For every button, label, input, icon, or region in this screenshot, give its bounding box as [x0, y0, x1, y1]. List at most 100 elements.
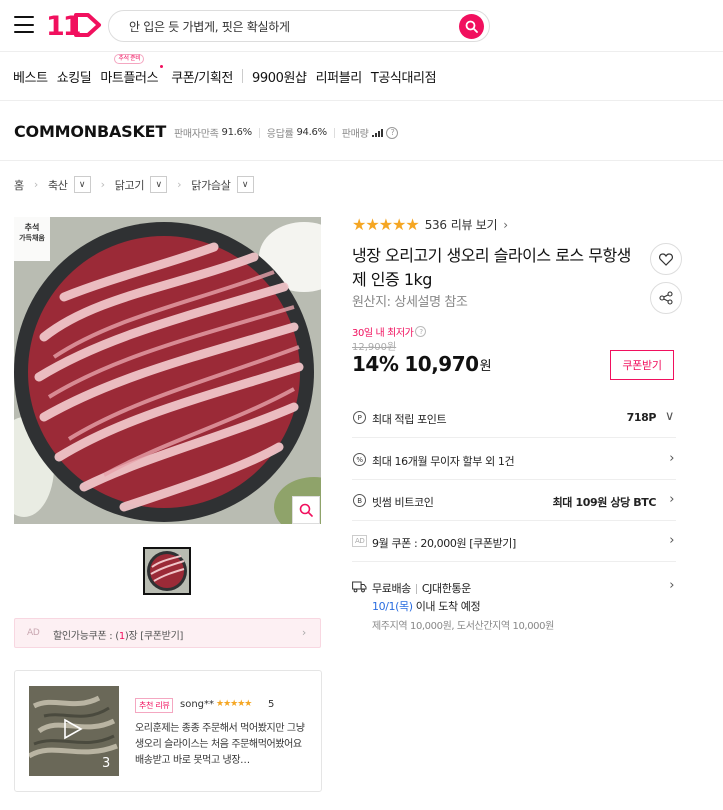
truck-icon: [352, 581, 367, 593]
bitcoin-icon: B: [353, 494, 366, 507]
chevron-right-icon: ›: [301, 626, 306, 639]
original-price: 12,900원: [352, 342, 397, 353]
zoom-icon: [299, 503, 313, 517]
promo-badge-line1: 추석: [24, 223, 40, 232]
new-dot: [160, 64, 164, 68]
nav-refurbly[interactable]: 리퍼블리: [316, 67, 363, 86]
installment-row[interactable]: % 최대 16개월 무이자 할부 외 1건 ›: [352, 440, 676, 480]
wishlist-button[interactable]: [650, 243, 682, 275]
extra-shipping-fee: 제주지역 10,000원, 도서산간지역 10,000원: [372, 621, 554, 632]
points-icon: P: [353, 411, 366, 424]
chevron-down-icon[interactable]: ∨: [73, 176, 91, 193]
lowest-price-text: 30일 내 최저가: [352, 328, 414, 339]
breadcrumb-cat1[interactable]: 축산: [48, 177, 68, 193]
chevron-right-icon: ›: [669, 578, 674, 593]
rating-row[interactable]: ★★★★★ 536 리뷰 보기 ›: [352, 215, 508, 234]
breadcrumb-cat3[interactable]: 닭가슴살: [191, 177, 231, 193]
breadcrumb: 홈 › 축산 ∨ › 닭고기 ∨ › 닭가슴살 ∨: [14, 176, 254, 193]
coupon-bar-text: 할인가능쿠폰 : (1)장 [쿠폰받기]: [53, 631, 184, 642]
play-icon[interactable]: [63, 718, 83, 740]
nav-best[interactable]: 베스트: [13, 67, 48, 86]
share-button[interactable]: [650, 282, 682, 314]
nav-9900[interactable]: 9900원샵: [252, 67, 307, 86]
lowest-price-label: 30일 내 최저가 ?: [352, 324, 427, 339]
rating-stars: ★★★★★: [352, 215, 420, 234]
store-stats: 판매자만족 91.6% 응답률 94.6% 판매량 ?: [174, 125, 399, 140]
review-score: 5: [268, 699, 275, 710]
review-count: 536: [424, 217, 447, 232]
share-icon: [659, 291, 673, 305]
logo[interactable]: 11: [46, 10, 102, 40]
percent-icon: %: [353, 453, 366, 466]
help-icon[interactable]: ?: [415, 326, 427, 337]
nav-shocking-deal[interactable]: 쇼킹딜: [57, 67, 92, 86]
product-thumbnail[interactable]: [143, 547, 191, 595]
product-image[interactable]: [14, 217, 321, 524]
divider: [0, 100, 723, 101]
recommended-review-tag: 추천 리뷰: [135, 698, 174, 713]
search-icon: [465, 20, 478, 33]
heart-icon: [659, 252, 673, 266]
chevron-right-icon: ›: [669, 451, 674, 466]
nav-t-store[interactable]: T공식대리점: [371, 67, 437, 86]
response-rate-value: 94.6%: [296, 127, 328, 138]
september-coupon-row[interactable]: AD 9월 쿠폰 : 20,000원 [쿠폰받기] ›: [352, 522, 676, 562]
chevron-down-icon: ∨: [664, 409, 675, 424]
mart-badge: 추석 준비: [114, 53, 145, 64]
product-title: 냉장 오리고기 생오리 슬라이스 로스 무항생제 인증 1kg: [352, 246, 631, 289]
seller-satisfaction-value: 91.6%: [221, 127, 253, 138]
bitcoin-value: 최대 109원 상당 BTC: [552, 496, 657, 509]
chevron-down-icon[interactable]: ∨: [236, 176, 254, 193]
review-stars: ★★★★★: [216, 699, 252, 709]
search-input[interactable]: 안 입은 듯 가볍게, 핏은 확실하게: [129, 18, 290, 35]
breadcrumb-home[interactable]: 홈: [14, 177, 24, 193]
divider: [0, 51, 723, 52]
search-bar[interactable]: 안 입은 듯 가볍게, 핏은 확실하게: [108, 10, 490, 42]
nav-mart-plus-label: 마트플러스: [100, 70, 159, 86]
bitcoin-row[interactable]: B 빗썸 비트코인 최대 109원 상당 BTC ›: [352, 481, 676, 521]
shipping-label: 무료배송 CJ대한통운: [372, 582, 471, 595]
promo-badge-line2: 가득채움: [19, 234, 45, 242]
chevron-down-icon[interactable]: ∨: [150, 176, 168, 193]
search-button[interactable]: [459, 14, 484, 39]
discount-rate: 14%: [352, 352, 399, 376]
chevron-right-icon: ›: [33, 178, 38, 191]
help-icon[interactable]: ?: [386, 126, 399, 139]
chevron-right-icon: ›: [503, 217, 508, 232]
ad-label: AD: [352, 535, 368, 547]
chevron-right-icon: ›: [177, 178, 182, 191]
breadcrumb-cat2[interactable]: 닭고기: [115, 177, 145, 193]
ad-label: AD: [27, 628, 40, 638]
product-origin: 원산지: 상세설명 참조: [352, 295, 468, 310]
delivery-eta: 10/1(목) 이내 도착 예정: [372, 600, 481, 613]
chevron-right-icon: ›: [669, 492, 674, 507]
discount-coupon-bar[interactable]: AD 할인가능쿠폰 : (1)장 [쿠폰받기] ›: [14, 618, 321, 648]
shipping-section[interactable]: 무료배송 CJ대한통운 › 10/1(목) 이내 도착 예정 제주지역 10,00…: [352, 570, 676, 640]
menu-icon[interactable]: [14, 16, 34, 33]
points-value: 718P: [626, 411, 657, 424]
zoom-button[interactable]: [292, 496, 320, 524]
nav-coupon[interactable]: 쿠폰/기획전: [171, 67, 233, 86]
sales-bars-icon: [372, 128, 384, 137]
price-row: 14% 10,970 원: [352, 352, 492, 376]
review-text[interactable]: 오리훈제는 종종 주문해서 먹어봤지만 그냥 생오리 슬라이스는 처음 주문해먹…: [135, 721, 310, 769]
bitcoin-label: 빗썸 비트코인: [372, 496, 434, 509]
nav-separator: [241, 69, 243, 83]
divider: [0, 160, 723, 161]
review-image-count: 3: [102, 756, 111, 771]
points-label: 최대 적립 포인트: [372, 413, 447, 426]
response-rate-label: 응답률: [266, 129, 294, 140]
points-row[interactable]: P 최대 적립 포인트 718P ∨: [352, 398, 676, 438]
nav-mart-plus[interactable]: 마트플러스 추석 준비: [100, 53, 164, 86]
get-coupon-button[interactable]: 쿠폰받기: [610, 350, 674, 380]
sale-price: 10,970: [404, 352, 479, 376]
review-user: song**: [180, 699, 215, 710]
promo-badge: 추석 가득채움: [14, 217, 50, 261]
september-coupon-label: 9월 쿠폰 : 20,000원 [쿠폰받기]: [372, 537, 516, 550]
seller-satisfaction-label: 판매자만족: [174, 129, 219, 140]
sales-label: 판매량: [341, 129, 369, 140]
chevron-right-icon: ›: [669, 533, 674, 548]
chevron-right-icon: ›: [100, 178, 105, 191]
store-name[interactable]: COMMONBASKET: [14, 122, 166, 141]
review-link[interactable]: 리뷰 보기: [451, 216, 498, 233]
